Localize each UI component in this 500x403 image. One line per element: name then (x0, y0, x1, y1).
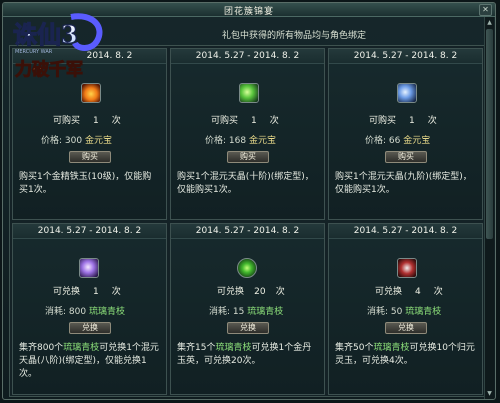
highlighted-item: 琉璃青枝 (373, 343, 410, 353)
offer-card: 2014. 5.27 - 2014. 8. 2 可购买 1 次 价格: 66 金… (328, 48, 483, 220)
green-pill-icon[interactable] (237, 258, 257, 278)
scroll-down-arrow-icon[interactable]: ▼ (485, 389, 494, 398)
scroll-thumb[interactable] (486, 29, 493, 239)
event-window: 团花簇锦宴 ✕ 诛仙3 MERCURY WAR 力破千军 礼包中获得的所有物品均… (2, 2, 496, 400)
price-label: 价格: (205, 136, 227, 146)
offer-description: 集齐50个琉璃青枝可兑换10个归元灵玉，可兑换4次。 (335, 343, 475, 366)
offer-description: 购买1个金精铁玉(10级)，仅能购买1次。 (19, 172, 152, 195)
card-date: 2014. 5.27 - 2014. 8. 2 (13, 224, 166, 239)
offer-card: 2014. 5.27 - 2014. 8. 2 可购买 1 次 价格: 168 … (170, 48, 325, 220)
currency-label: 琉璃青枝 (405, 307, 442, 317)
price-value: 50 (390, 307, 403, 317)
exchange-card: 2014. 5.27 - 2014. 8. 2 可兑换 20 次 消耗: 15 … (170, 223, 325, 395)
exchange-card: 2014. 5.27 - 2014. 8. 2 可兑换 1 次 消耗: 800 … (12, 223, 167, 395)
purple-crystal-icon[interactable] (79, 258, 99, 278)
qty-unit: 次 (427, 116, 437, 126)
currency-label: 琉璃青枝 (88, 307, 125, 317)
game-logo: 诛仙3 MERCURY WAR 力破千军 (12, 13, 103, 81)
offer-description: 购买1个混元天晶(十阶)(绑定型)，仅能购买1次。 (177, 172, 314, 195)
qty-unit: 次 (269, 116, 279, 126)
exchange-button[interactable]: 兑换 (227, 322, 269, 334)
qty-value: 1 (93, 116, 99, 126)
price-label: 消耗: (45, 307, 67, 317)
qty-label: 可购买 (211, 116, 239, 126)
qty-unit: 次 (433, 287, 443, 297)
price-value: 168 (228, 136, 247, 146)
buy-button[interactable]: 购买 (385, 151, 427, 163)
buy-button[interactable]: 购买 (69, 151, 111, 163)
card-date: 2014. 5.27 - 2014. 8. 2 (329, 49, 482, 64)
qty-label: 可兑换 (53, 287, 81, 297)
price-value: 15 (232, 307, 245, 317)
qty-value: 1 (409, 116, 415, 126)
currency-label: 金元宝 (84, 136, 112, 146)
price-label: 价格: (365, 136, 387, 146)
card-date: 2014. 5.27 - 2014. 8. 2 (171, 49, 324, 64)
logo-caption: MERCURY WAR (15, 49, 53, 55)
price-value: 300 (64, 136, 83, 146)
exchange-button[interactable]: 兑换 (69, 322, 111, 334)
highlighted-item: 琉璃青枝 (215, 343, 252, 353)
blue-crystal-icon[interactable] (397, 83, 417, 103)
offer-grid: 2014. 8. 2 可购买 1 次 价格: 300 金元宝 购买 购买1个金精… (9, 45, 486, 397)
qty-label: 可兑换 (217, 287, 245, 297)
price-value: 800 (68, 307, 87, 317)
exchange-button[interactable]: 兑换 (385, 322, 427, 334)
qty-value: 4 (415, 287, 421, 297)
qty-value: 1 (251, 116, 257, 126)
logo-title: 诛仙3 (13, 20, 78, 49)
offer-description: 购买1个混元天晶(九阶)(绑定型)，仅能购买1次。 (335, 172, 472, 195)
vertical-scrollbar[interactable]: ▲ ▼ (484, 17, 494, 399)
logo-subtitle: 力破千军 (15, 59, 83, 80)
close-button[interactable]: ✕ (479, 4, 492, 16)
card-date: 2014. 5.27 - 2014. 8. 2 (171, 224, 324, 239)
qty-value: 20 (254, 287, 266, 297)
price-label: 消耗: (367, 307, 389, 317)
red-orb-icon[interactable] (397, 258, 417, 278)
currency-label: 金元宝 (403, 136, 431, 146)
currency-label: 金元宝 (248, 136, 276, 146)
qty-unit: 次 (111, 116, 121, 126)
price-label: 消耗: (209, 307, 231, 317)
offer-description: 集齐15个琉璃青枝可兑换1个金丹玉英，可兑换20次。 (177, 343, 312, 366)
qty-unit: 次 (275, 287, 285, 297)
currency-label: 琉璃青枝 (247, 307, 284, 317)
price-value: 66 (388, 136, 401, 146)
scroll-up-arrow-icon[interactable]: ▲ (485, 18, 494, 27)
qty-label: 可购买 (369, 116, 397, 126)
highlighted-item: 琉璃青枝 (63, 343, 100, 353)
offer-description: 集齐800个琉璃青枝可兑换1个混元天晶(八阶)(绑定型)，仅能兑换1次。 (19, 343, 159, 379)
buy-button[interactable]: 购买 (227, 151, 269, 163)
qty-label: 可购买 (53, 116, 81, 126)
card-date: 2014. 5.27 - 2014. 8. 2 (329, 224, 482, 239)
exchange-card: 2014. 5.27 - 2014. 8. 2 可兑换 4 次 消耗: 50 琉… (328, 223, 483, 395)
binding-notice: 礼包中获得的所有物品均与角色绑定 (221, 31, 366, 41)
qty-unit: 次 (111, 287, 121, 297)
qty-value: 1 (93, 287, 99, 297)
price-label: 价格: (41, 136, 63, 146)
qty-label: 可兑换 (375, 287, 403, 297)
green-crystal-icon[interactable] (239, 83, 259, 103)
